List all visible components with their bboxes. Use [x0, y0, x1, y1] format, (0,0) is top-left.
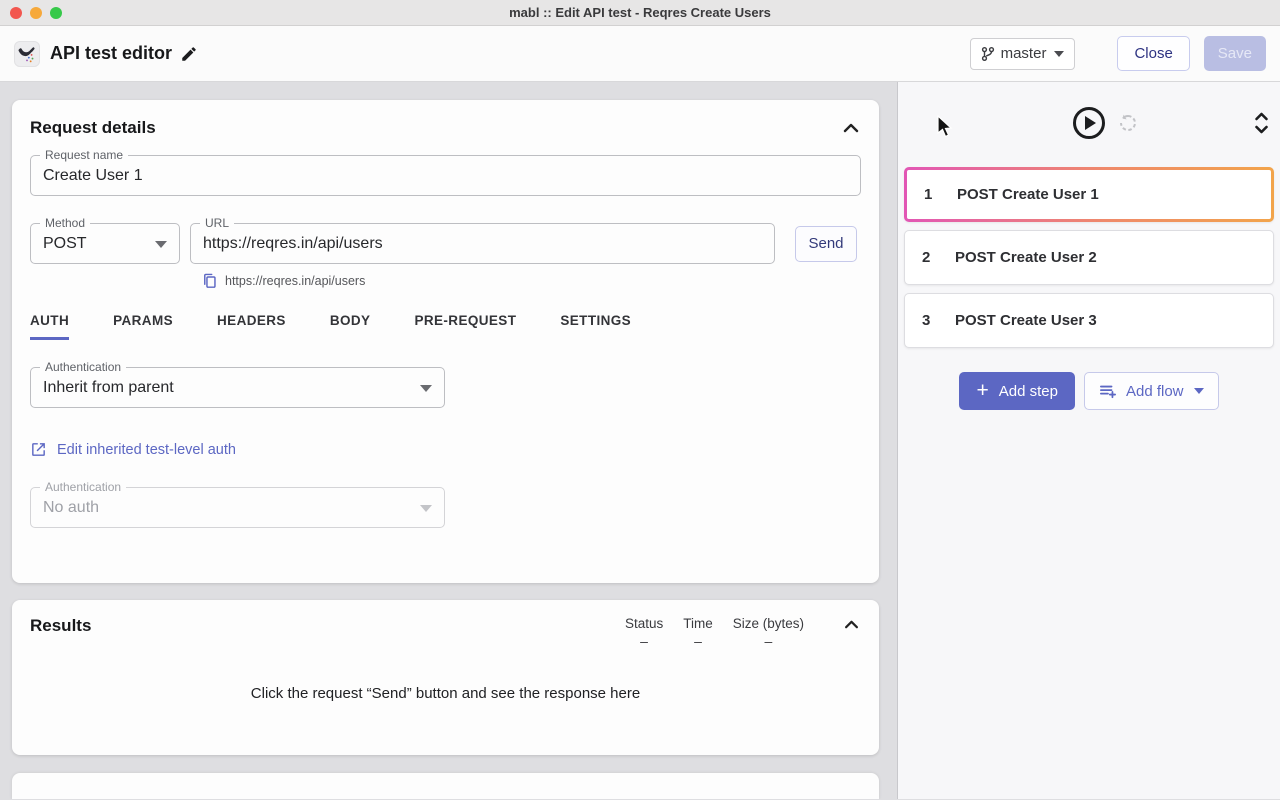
- save-button[interactable]: Save: [1204, 36, 1266, 71]
- tab-body[interactable]: BODY: [330, 313, 371, 340]
- request-name-label: Request name: [40, 148, 128, 162]
- tab-headers[interactable]: HEADERS: [217, 313, 286, 340]
- page-title: API test editor: [50, 43, 172, 64]
- caret-down-icon: [1194, 388, 1204, 394]
- url-field[interactable]: URL https://reqres.in/api/users: [190, 223, 775, 264]
- send-button[interactable]: Send: [795, 226, 857, 262]
- reset-run-button[interactable]: [1116, 111, 1140, 138]
- unfold-icon: [1253, 110, 1270, 136]
- collapse-results-icon[interactable]: [842, 618, 861, 631]
- resolved-url-text: https://reqres.in/api/users: [225, 274, 365, 288]
- add-step-label: Add step: [999, 383, 1058, 400]
- results-card: Results Status – Time – Size (bytes) –: [12, 600, 879, 755]
- close-button[interactable]: Close: [1117, 36, 1189, 71]
- request-details-title: Request details: [30, 118, 156, 138]
- tab-pre-request[interactable]: PRE-REQUEST: [414, 313, 516, 340]
- status-column-label: Status: [625, 616, 663, 631]
- tab-params[interactable]: PARAMS: [113, 313, 173, 340]
- step-number: 2: [922, 249, 932, 266]
- steps-panel: 1 POST Create User 1 2 POST Create User …: [897, 82, 1280, 799]
- method-label: Method: [40, 216, 90, 230]
- steps-toolbar: [898, 107, 1280, 139]
- add-flow-label: Add flow: [1126, 383, 1184, 400]
- request-tabs: AUTH PARAMS HEADERS BODY PRE-REQUEST SET…: [30, 313, 861, 340]
- time-value: –: [694, 633, 702, 649]
- open-in-new-icon: [30, 441, 47, 458]
- step-label: POST Create User 1: [957, 186, 1099, 203]
- authentication-select[interactable]: Authentication Inherit from parent: [30, 367, 445, 408]
- result-status-column: Status –: [625, 616, 663, 649]
- caret-down-icon: [420, 505, 432, 512]
- url-label: URL: [200, 216, 234, 230]
- edit-inherited-auth-link[interactable]: Edit inherited test-level auth: [30, 441, 861, 458]
- step-label: POST Create User 2: [955, 249, 1097, 266]
- caret-down-icon: [1054, 51, 1064, 57]
- collapse-expand-steps-button[interactable]: [1253, 110, 1270, 139]
- request-name-value: Create User 1: [31, 156, 860, 195]
- size-value: –: [764, 633, 772, 649]
- authentication-label: Authentication: [40, 360, 126, 374]
- run-test-button[interactable]: [1073, 107, 1105, 139]
- method-select[interactable]: Method POST: [30, 223, 180, 264]
- result-time-column: Time –: [683, 616, 713, 649]
- edit-inherited-auth-label: Edit inherited test-level auth: [57, 442, 236, 458]
- next-card-partial: [12, 773, 879, 799]
- request-name-field[interactable]: Request name Create User 1: [30, 155, 861, 196]
- step-list: 1 POST Create User 1 2 POST Create User …: [898, 167, 1280, 348]
- mabl-logo-icon: [14, 41, 40, 67]
- copy-url-icon[interactable]: [202, 273, 217, 289]
- caret-down-icon: [420, 385, 432, 392]
- reset-icon: [1116, 111, 1140, 135]
- results-title: Results: [30, 616, 91, 636]
- add-flow-button[interactable]: Add flow: [1084, 372, 1219, 410]
- window-title: mabl :: Edit API test - Reqres Create Us…: [0, 5, 1280, 20]
- plus-icon: +: [976, 380, 988, 401]
- collapse-request-details-icon[interactable]: [841, 121, 861, 135]
- git-branch-icon: [981, 46, 995, 62]
- status-value: –: [640, 633, 648, 649]
- window-titlebar: mabl :: Edit API test - Reqres Create Us…: [0, 0, 1280, 26]
- tab-auth[interactable]: AUTH: [30, 313, 69, 340]
- inherited-authentication-label: Authentication: [40, 480, 126, 494]
- app-header: API test editor master Close Save: [0, 26, 1280, 82]
- playlist-add-icon: [1099, 383, 1117, 399]
- tab-settings[interactable]: SETTINGS: [560, 313, 631, 340]
- results-placeholder-text: Click the request “Send” button and see …: [30, 685, 861, 702]
- url-value: https://reqres.in/api/users: [191, 224, 774, 263]
- step-item-2[interactable]: 2 POST Create User 2: [904, 230, 1274, 285]
- add-step-button[interactable]: + Add step: [959, 372, 1074, 410]
- step-number: 3: [922, 312, 932, 329]
- step-item-3[interactable]: 3 POST Create User 3: [904, 293, 1274, 348]
- step-label: POST Create User 3: [955, 312, 1097, 329]
- result-size-column: Size (bytes) –: [733, 616, 804, 649]
- caret-down-icon: [155, 241, 167, 248]
- request-details-card: Request details Request name Create User…: [12, 100, 879, 583]
- play-icon: [1085, 116, 1096, 130]
- edit-title-icon[interactable]: [180, 45, 198, 63]
- branch-selector[interactable]: master: [970, 38, 1076, 70]
- size-column-label: Size (bytes): [733, 616, 804, 631]
- request-editor-pane: Request details Request name Create User…: [0, 82, 897, 799]
- step-item-1[interactable]: 1 POST Create User 1: [904, 167, 1274, 222]
- step-number: 1: [924, 186, 934, 203]
- inherited-authentication-select: Authentication No auth: [30, 487, 445, 528]
- branch-name: master: [1001, 45, 1047, 62]
- time-column-label: Time: [683, 616, 713, 631]
